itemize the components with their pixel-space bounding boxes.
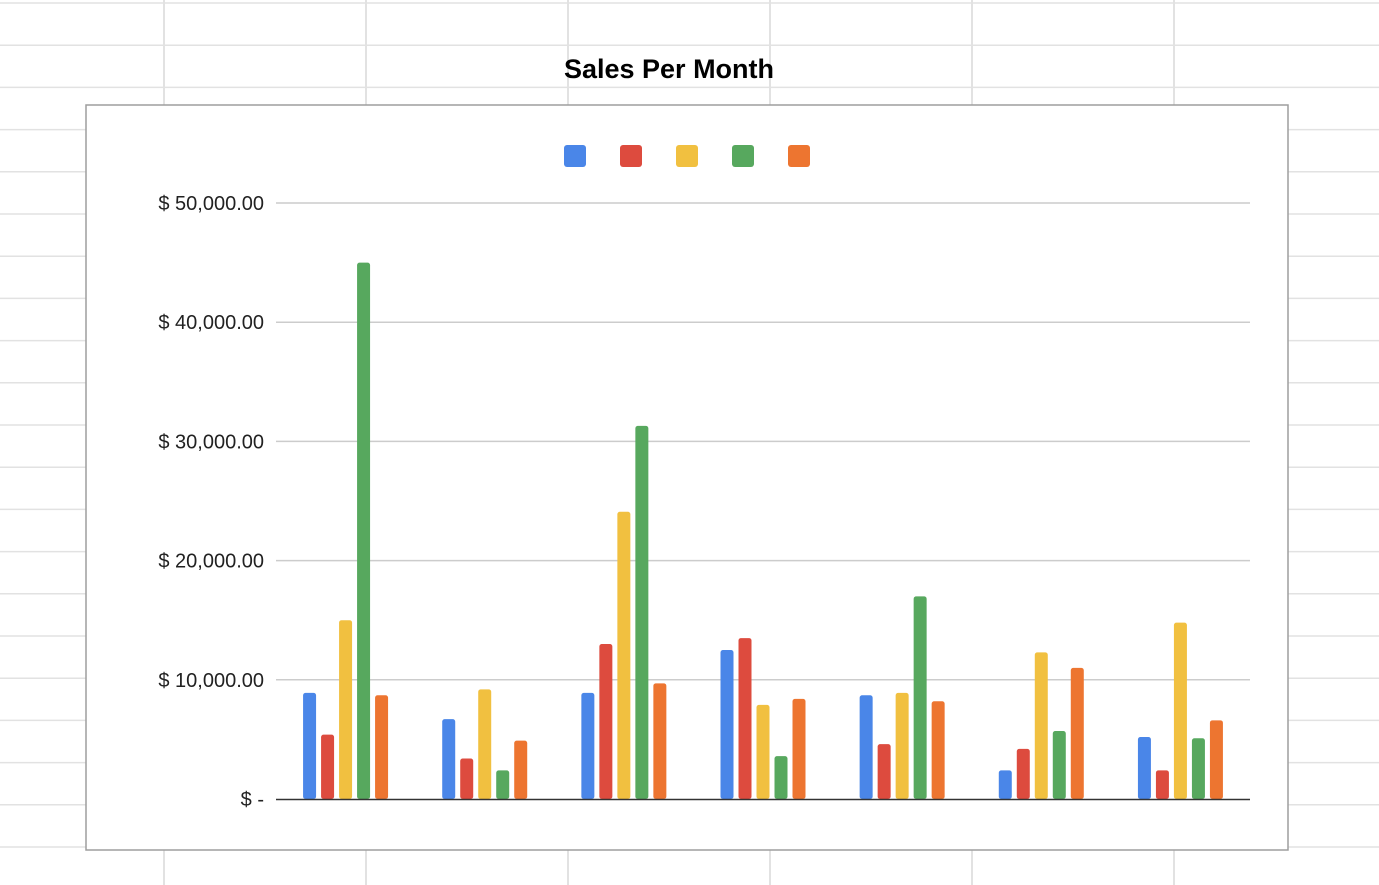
bar[interactable] [931,701,945,799]
y-tick-label: $ 20,000.00 [158,551,264,573]
bar[interactable] [653,683,667,799]
bar[interactable] [1070,667,1084,799]
bar[interactable] [1173,622,1187,799]
bar[interactable] [998,770,1012,799]
bar[interactable] [460,758,474,799]
bar[interactable] [877,744,891,799]
bar[interactable] [357,262,371,800]
bar[interactable] [1191,738,1205,799]
bar[interactable] [496,770,510,799]
legend-swatch[interactable] [564,145,586,167]
bar[interactable] [1052,731,1066,799]
bar[interactable] [599,644,613,799]
bar[interactable] [792,698,806,799]
sales-per-month-chart: Sales Per Month $ - $ 10,000.00 $ 20,000.0… [0,0,1379,885]
y-tick-label: $ 50,000.00 [158,193,264,215]
bar[interactable] [581,692,595,799]
y-tick-label: $ 10,000.00 [158,670,264,692]
bar[interactable] [1155,770,1169,799]
bar[interactable] [1137,737,1151,799]
y-tick-label: $ 30,000.00 [158,431,264,453]
bar[interactable] [375,695,389,799]
bar[interactable] [514,740,528,799]
legend-swatch[interactable] [676,145,698,167]
bar[interactable] [321,734,335,799]
bar[interactable] [1034,652,1048,799]
bar[interactable] [738,638,752,799]
y-tick-label: $ - [241,789,264,811]
bar[interactable] [1209,720,1223,799]
bar[interactable] [774,756,788,799]
y-tick-label: $ 40,000.00 [158,312,264,334]
chart-area[interactable] [85,104,1289,851]
bar[interactable] [339,620,353,799]
bar[interactable] [478,689,492,799]
legend-swatch[interactable] [788,145,810,167]
bar[interactable] [756,704,770,799]
bar[interactable] [859,695,873,799]
bar[interactable] [617,511,631,799]
bar[interactable] [442,719,456,799]
bar[interactable] [303,692,317,799]
chart-title: Sales Per Month [564,54,774,84]
bar[interactable] [913,596,927,799]
legend-swatch[interactable] [732,145,754,167]
bar[interactable] [895,692,909,799]
spreadsheet-background: Sales Per Month $ - $ 10,000.00 $ 20,000.0… [0,0,1379,885]
bar[interactable] [1016,748,1030,799]
bar[interactable] [720,650,734,799]
legend-swatch[interactable] [620,145,642,167]
bar[interactable] [635,425,649,799]
